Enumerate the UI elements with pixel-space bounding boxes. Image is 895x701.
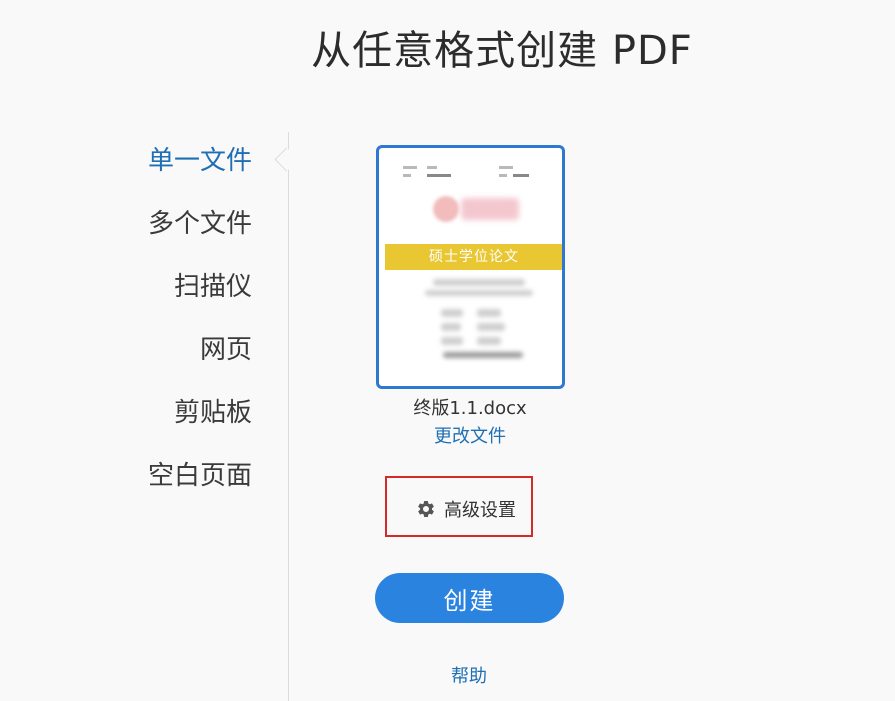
file-thumbnail[interactable]: 硕士学位论文 [376,145,565,389]
university-seal-icon [433,196,459,222]
create-button[interactable]: 创建 [375,573,564,623]
thumbnail-header-line [403,174,411,177]
blurred-text [477,337,501,345]
advanced-settings-button[interactable]: 高级设置 [416,496,516,522]
blurred-text [433,279,525,286]
blurred-text [425,290,533,296]
sidebar-item-multiple-files[interactable]: 多个文件 [100,199,252,262]
blurred-text [441,309,463,317]
sidebar: 单一文件 多个文件 扫描仪 网页 剪贴板 空白页面 [100,136,252,514]
thumbnail-page: 硕士学位论文 [385,162,562,362]
active-item-indicator [274,147,299,172]
thumbnail-header-line [427,166,437,169]
gear-icon [418,500,434,517]
blurred-text [441,323,461,331]
thumbnail-banner: 硕士学位论文 [385,244,562,270]
thumbnail-header-line [499,166,513,169]
sidebar-item-single-file[interactable]: 单一文件 [100,136,252,199]
blurred-university-name [461,198,519,220]
change-file-link[interactable]: 更改文件 [0,422,895,448]
thumbnail-header-line [513,174,529,177]
sidebar-item-web-page[interactable]: 网页 [100,325,252,388]
thumbnail-header-line [499,174,507,177]
page-title: 从任意格式创建 PDF [311,28,693,74]
file-name: 终版1.1.docx [413,398,527,419]
sidebar-item-scanner[interactable]: 扫描仪 [100,262,252,325]
blurred-text [477,323,505,331]
sidebar-item-blank-page[interactable]: 空白页面 [100,451,252,514]
help-link[interactable]: 帮助 [0,662,895,688]
blurred-text [477,309,501,317]
thumbnail-header-line [403,166,417,169]
blurred-text [443,352,523,358]
advanced-settings-label: 高级设置 [444,500,516,521]
blurred-text [441,337,463,345]
thumbnail-header-line [427,174,451,177]
